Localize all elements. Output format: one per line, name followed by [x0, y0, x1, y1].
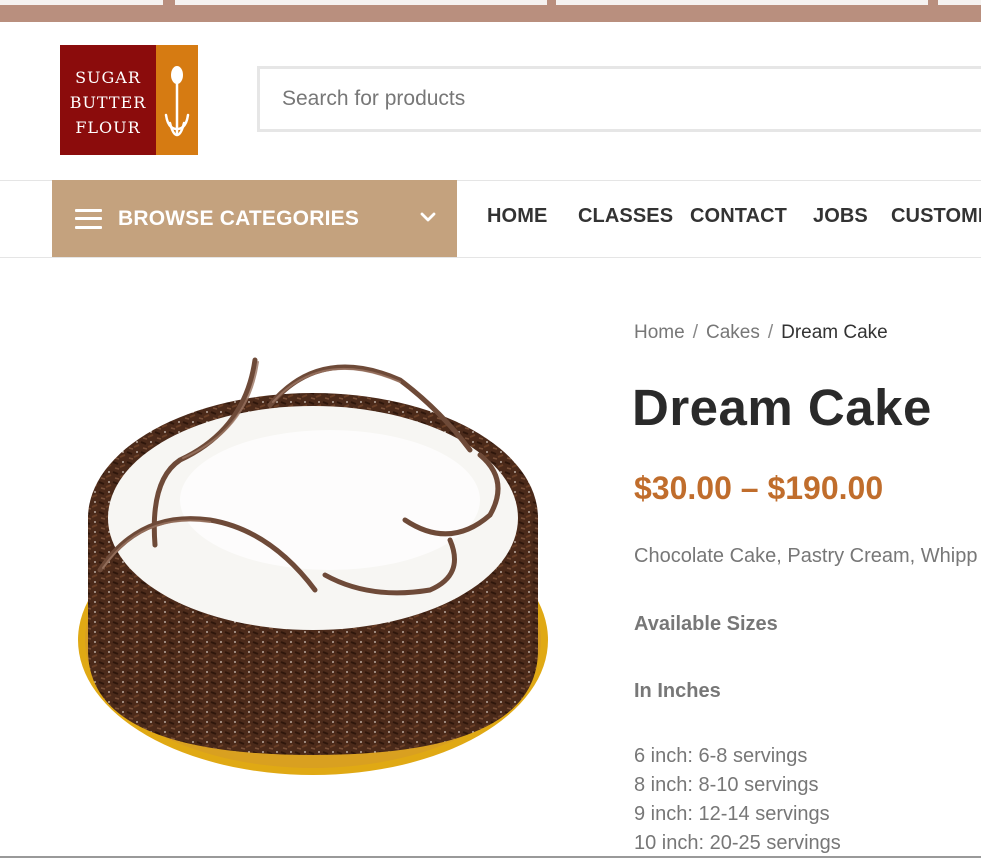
chevron-down-icon — [420, 212, 436, 222]
size-item: 6 inch: 6-8 servings — [634, 745, 808, 767]
size-list: 6 inch: 6-8 servings 8 inch: 8-10 servin… — [634, 742, 841, 858]
logo-line-3: FLOUR — [75, 118, 140, 137]
nav-contact[interactable]: CONTACT — [690, 205, 787, 228]
product-price: $30.00 – $190.00 — [634, 470, 884, 506]
browse-categories-button[interactable]: BROWSE CATEGORIES — [52, 180, 457, 257]
nav-home[interactable]: HOME — [487, 205, 547, 228]
breadcrumb-home[interactable]: Home — [634, 322, 685, 343]
nav-jobs[interactable]: JOBS — [813, 205, 868, 228]
nav-custom[interactable]: CUSTOMI — [891, 205, 981, 228]
site-logo[interactable]: SUGAR BUTTER FLOUR — [60, 45, 198, 155]
available-sizes-heading: Available Sizes — [634, 613, 778, 635]
nav-divider — [0, 257, 981, 258]
browser-tab[interactable] — [0, 0, 163, 5]
breadcrumb-current: Dream Cake — [781, 322, 888, 343]
breadcrumb-separator: / — [767, 322, 774, 343]
product-image[interactable] — [70, 340, 570, 790]
breadcrumb: Home / Cakes / Dream Cake — [634, 322, 888, 344]
logo-line-1: SUGAR — [75, 68, 141, 87]
product-title: Dream Cake — [632, 379, 932, 436]
browser-tab[interactable] — [938, 0, 981, 5]
breadcrumb-cakes[interactable]: Cakes — [706, 322, 760, 343]
inches-heading: In Inches — [634, 680, 721, 702]
browser-top-bar — [0, 0, 981, 22]
browser-tab[interactable] — [556, 0, 928, 5]
hamburger-icon — [75, 208, 102, 229]
logo-line-2: BUTTER — [70, 93, 147, 112]
nav-classes[interactable]: CLASSES — [578, 205, 673, 228]
browser-tab[interactable] — [175, 0, 547, 5]
search-box[interactable] — [257, 66, 981, 132]
size-item: 8 inch: 8-10 servings — [634, 774, 819, 796]
browse-categories-label: BROWSE CATEGORIES — [118, 206, 360, 230]
search-input[interactable] — [260, 69, 981, 129]
size-item: 9 inch: 12-14 servings — [634, 803, 830, 825]
breadcrumb-separator: / — [692, 322, 698, 343]
product-description: Chocolate Cake, Pastry Cream, Whipp — [634, 545, 978, 567]
size-item: 10 inch: 20-25 servings — [634, 832, 841, 854]
